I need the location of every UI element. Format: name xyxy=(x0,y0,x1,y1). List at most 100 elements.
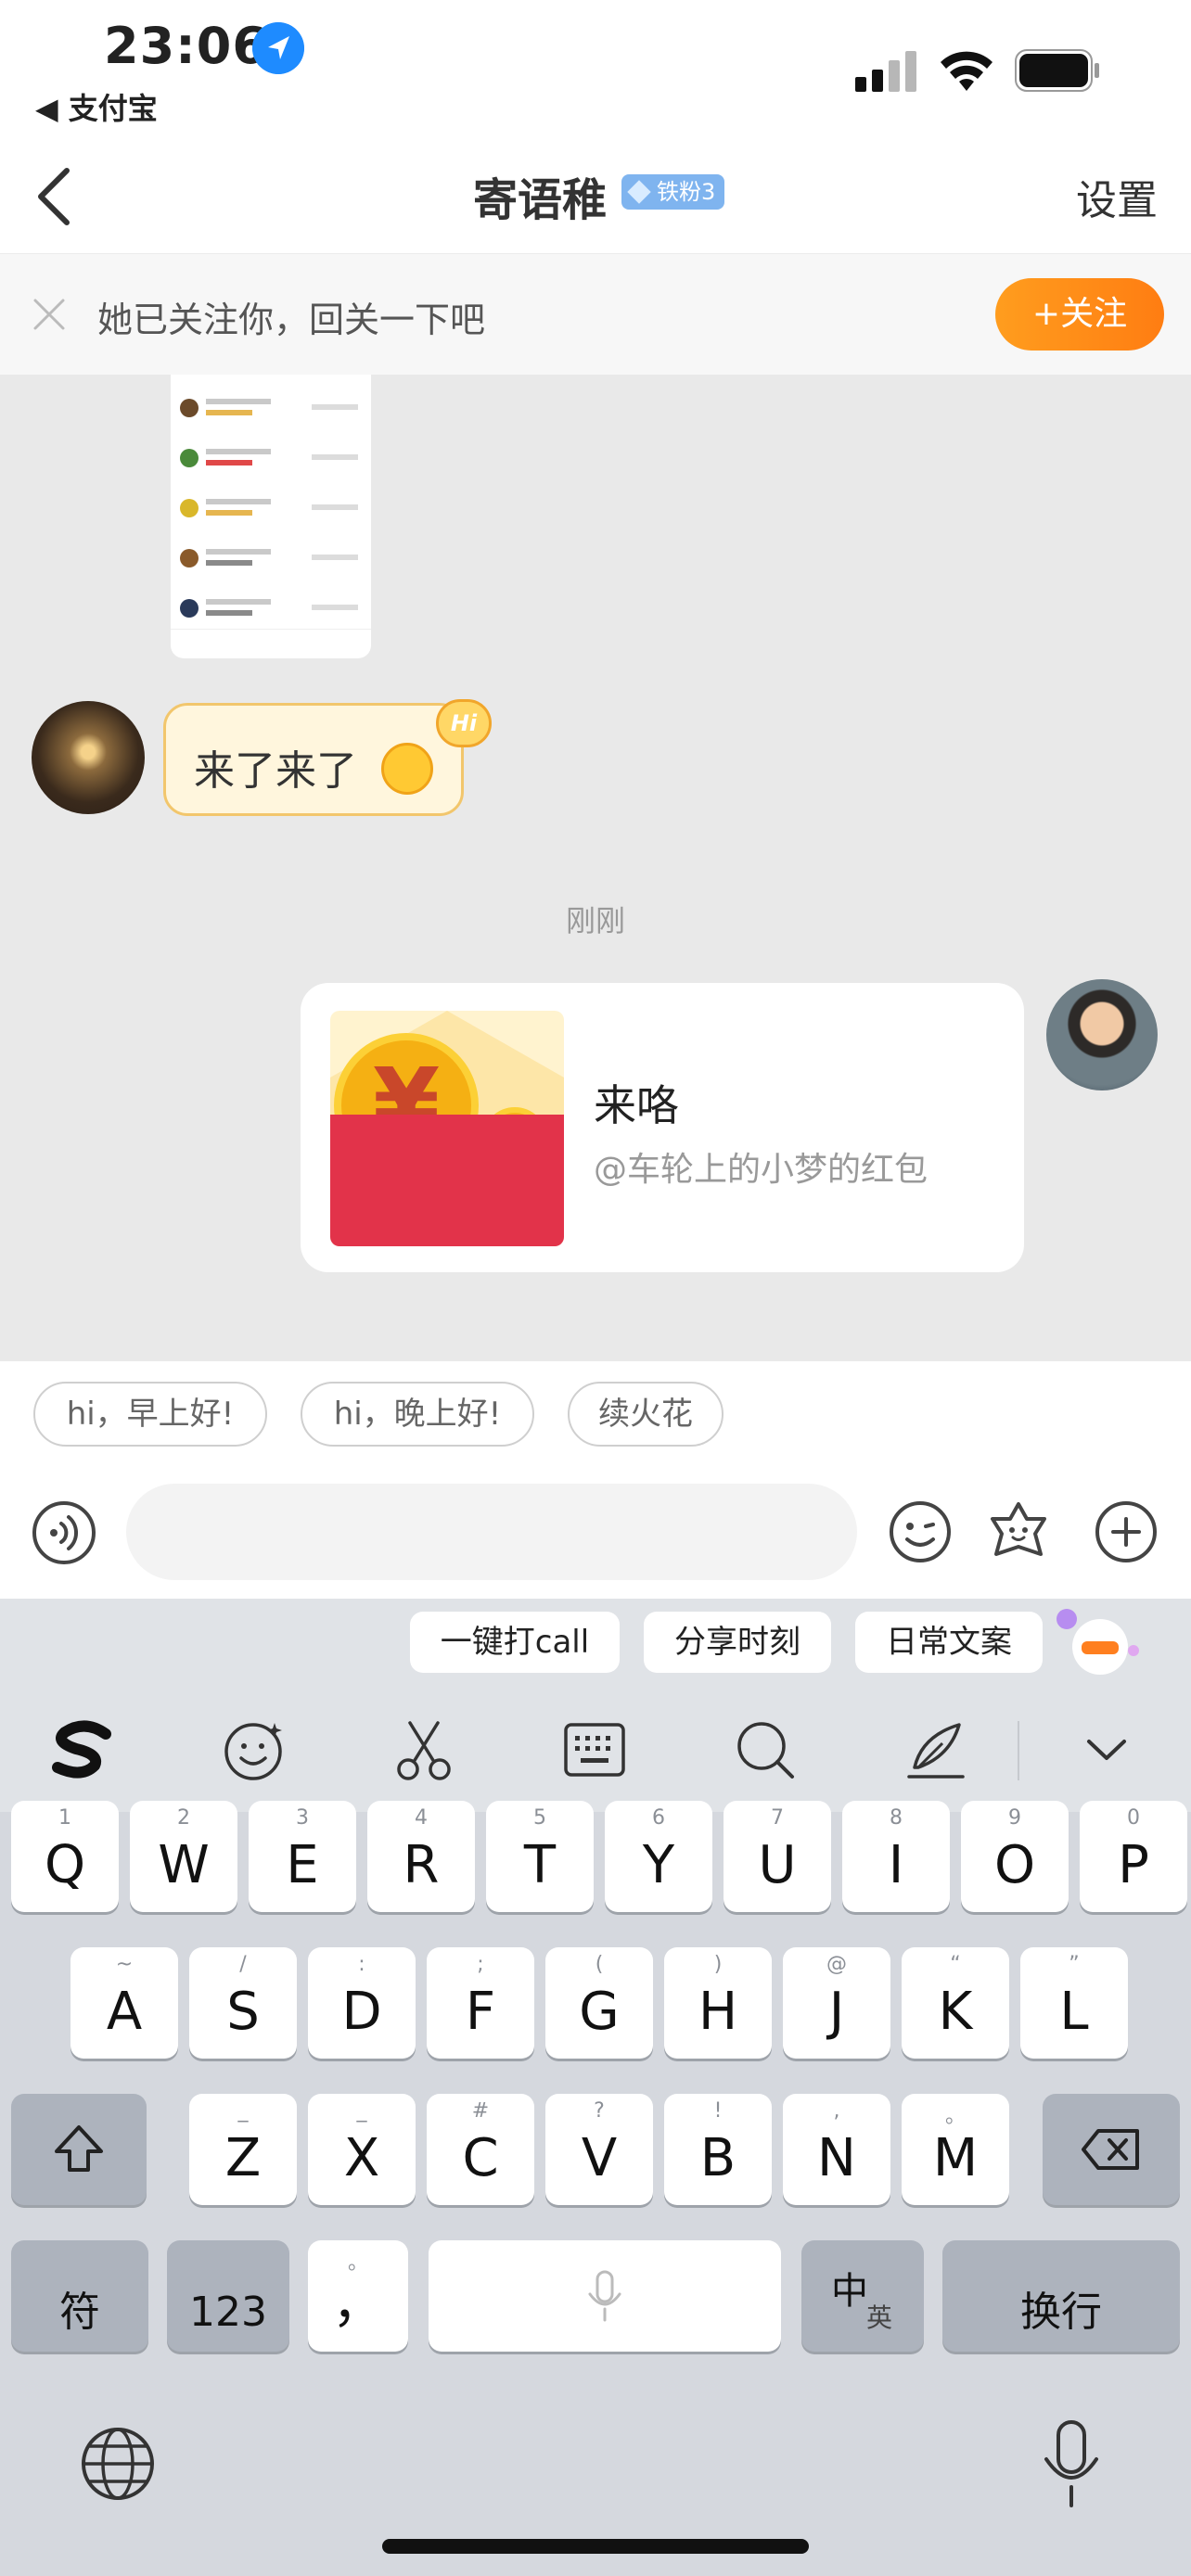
red-packet-message[interactable]: ¥ 来咯 @车轮上的小梦的红包 xyxy=(301,983,1024,1272)
contact-avatar[interactable] xyxy=(32,701,145,814)
key-o[interactable]: 9O xyxy=(961,1801,1069,1912)
handwriting-pen-icon[interactable] xyxy=(902,1715,970,1784)
key-h[interactable]: ) H xyxy=(664,1947,772,2059)
battery-icon xyxy=(1015,49,1099,92)
red-packet-title: 来咯 xyxy=(594,1080,679,1130)
fan-level-badge: 铁粉3 xyxy=(621,174,725,210)
key-d[interactable]: :D xyxy=(308,1947,416,2059)
key-r[interactable]: 4R xyxy=(367,1801,475,1912)
back-chevron-icon[interactable] xyxy=(26,159,91,234)
location-arrow-icon xyxy=(252,22,304,74)
globe-icon[interactable] xyxy=(80,2426,156,2502)
my-avatar[interactable] xyxy=(1046,979,1158,1090)
plus-more-icon[interactable] xyxy=(1093,1498,1159,1565)
quick-reply-chip[interactable]: hi，晚上好! xyxy=(301,1382,534,1447)
thumbnail-row xyxy=(180,445,362,478)
suggestion-chip[interactable]: 一键打call xyxy=(410,1612,620,1673)
message-list[interactable]: 来了来了 Hi 刚刚 ¥ 来咯 @车轮上的小梦的红包 xyxy=(0,375,1191,1361)
symbol-key[interactable]: 符 xyxy=(11,2240,148,2352)
thumbnail-row xyxy=(180,545,362,579)
key-e[interactable]: 3E xyxy=(249,1801,356,1912)
key-v[interactable]: ? V xyxy=(545,2094,653,2205)
dictation-mic-icon[interactable] xyxy=(1043,2418,1100,2511)
sticker-icon[interactable] xyxy=(985,1498,1052,1565)
key-f[interactable]: ; F xyxy=(427,1947,534,2059)
red-envelope-icon: ¥ xyxy=(330,1011,564,1246)
key-x[interactable]: _ X xyxy=(308,2094,416,2205)
follow-back-text: 她已关注你，回关一下吧 xyxy=(97,300,486,340)
key-i[interactable]: 8I xyxy=(842,1801,950,1912)
key-u[interactable]: 7U xyxy=(724,1801,831,1912)
key-q[interactable]: 1Q xyxy=(11,1801,119,1912)
suggestion-chip[interactable]: 分享时刻 xyxy=(644,1612,831,1673)
message-input-bar xyxy=(0,1465,1191,1599)
keyboard-mascot-icon[interactable] xyxy=(1052,1606,1141,1680)
status-bar: 23:06 ◀ 支付宝 xyxy=(0,0,1191,139)
message-text-input[interactable] xyxy=(126,1484,857,1580)
key-c[interactable]: # C xyxy=(427,2094,534,2205)
hi-bubble-badge: Hi xyxy=(436,699,492,747)
incoming-message-text: 来了来了 xyxy=(194,747,357,795)
sogou-logo-icon[interactable] xyxy=(48,1715,117,1784)
number-key[interactable]: 123 xyxy=(167,2240,289,2352)
keyboard-suggestion-bar: 一键打call 分享时刻 日常文案 xyxy=(0,1599,1191,1688)
key-t[interactable]: 5T xyxy=(486,1801,594,1912)
image-message-thumbnail[interactable] xyxy=(171,375,371,658)
delete-key[interactable] xyxy=(1043,2094,1180,2205)
keyboard-toolbar xyxy=(0,1688,1191,1812)
thumbnail-row xyxy=(180,595,362,629)
wifi-icon xyxy=(941,51,992,91)
smile-emoji-icon xyxy=(381,743,433,795)
home-indicator[interactable] xyxy=(382,2539,809,2554)
thumbnail-row xyxy=(180,395,362,428)
chat-contact-name[interactable]: 寄语稚 xyxy=(473,163,607,228)
return-key[interactable]: 换行 xyxy=(942,2240,1180,2352)
key-k[interactable]: “K xyxy=(902,1947,1009,2059)
thumbnail-footer xyxy=(171,629,371,653)
thumbnail-row xyxy=(180,495,362,529)
key-p[interactable]: 0P xyxy=(1080,1801,1187,1912)
key-g[interactable]: (G xyxy=(545,1947,653,2059)
quick-reply-chip[interactable]: 续火花 xyxy=(568,1382,724,1447)
keyboard: 一键打call 分享时刻 日常文案 1 Q 2 W 3 E 4 R 5 T 6 … xyxy=(0,1599,1191,2576)
toolbar-divider xyxy=(1018,1721,1019,1780)
suggestion-chip[interactable]: 日常文案 xyxy=(855,1612,1043,1673)
key-m[interactable]: 。 M xyxy=(902,2094,1009,2205)
search-icon[interactable] xyxy=(731,1715,800,1784)
chat-header: 寄语稚 铁粉3 设置 xyxy=(0,139,1191,254)
key-b[interactable]: ! B xyxy=(664,2094,772,2205)
microphone-icon xyxy=(588,2270,621,2322)
follow-back-banner: 她已关注你，回关一下吧 +关注 xyxy=(0,254,1191,375)
key-l[interactable]: ” L xyxy=(1020,1947,1128,2059)
fan-level-label: 铁粉3 xyxy=(657,179,716,205)
shift-key[interactable] xyxy=(11,2094,147,2205)
voice-input-icon[interactable] xyxy=(32,1500,96,1565)
quick-reply-chip[interactable]: hi，早上好! xyxy=(33,1382,267,1447)
incoming-message-bubble[interactable]: 来了来了 xyxy=(163,703,464,816)
backspace-icon xyxy=(1082,2129,1139,2170)
keyboard-layout-icon[interactable] xyxy=(560,1715,629,1784)
key-y[interactable]: 6Y xyxy=(605,1801,712,1912)
punctuation-key[interactable]: 。， xyxy=(308,2240,408,2352)
diamond-icon xyxy=(627,180,651,204)
key-j[interactable]: @ J xyxy=(783,1947,890,2059)
key-w[interactable]: 2W xyxy=(130,1801,237,1912)
key-a[interactable]: ~ A xyxy=(70,1947,178,2059)
follow-button[interactable]: +关注 xyxy=(995,278,1164,351)
collapse-keyboard-chevron-icon[interactable] xyxy=(1072,1715,1141,1784)
quick-reply-bar: hi，早上好! hi，晚上好! 续火花 xyxy=(0,1361,1191,1465)
back-to-app-link[interactable]: ◀ 支付宝 xyxy=(35,85,158,128)
close-icon[interactable] xyxy=(28,293,70,336)
key-n[interactable]: ,N xyxy=(783,2094,890,2205)
emoji-sparkle-icon[interactable] xyxy=(219,1715,288,1784)
cellular-signal-icon xyxy=(855,51,916,92)
key-s[interactable]: / S xyxy=(189,1947,297,2059)
scissors-icon[interactable] xyxy=(390,1715,458,1784)
settings-button[interactable]: 设置 xyxy=(1076,167,1158,226)
space-key[interactable] xyxy=(429,2240,781,2352)
language-switch-key[interactable]: 中 英 xyxy=(801,2240,924,2352)
shift-arrow-icon xyxy=(55,2125,103,2172)
key-z[interactable]: _ Z xyxy=(189,2094,297,2205)
emoji-face-icon[interactable] xyxy=(887,1498,954,1565)
message-timestamp: 刚刚 xyxy=(565,903,625,938)
